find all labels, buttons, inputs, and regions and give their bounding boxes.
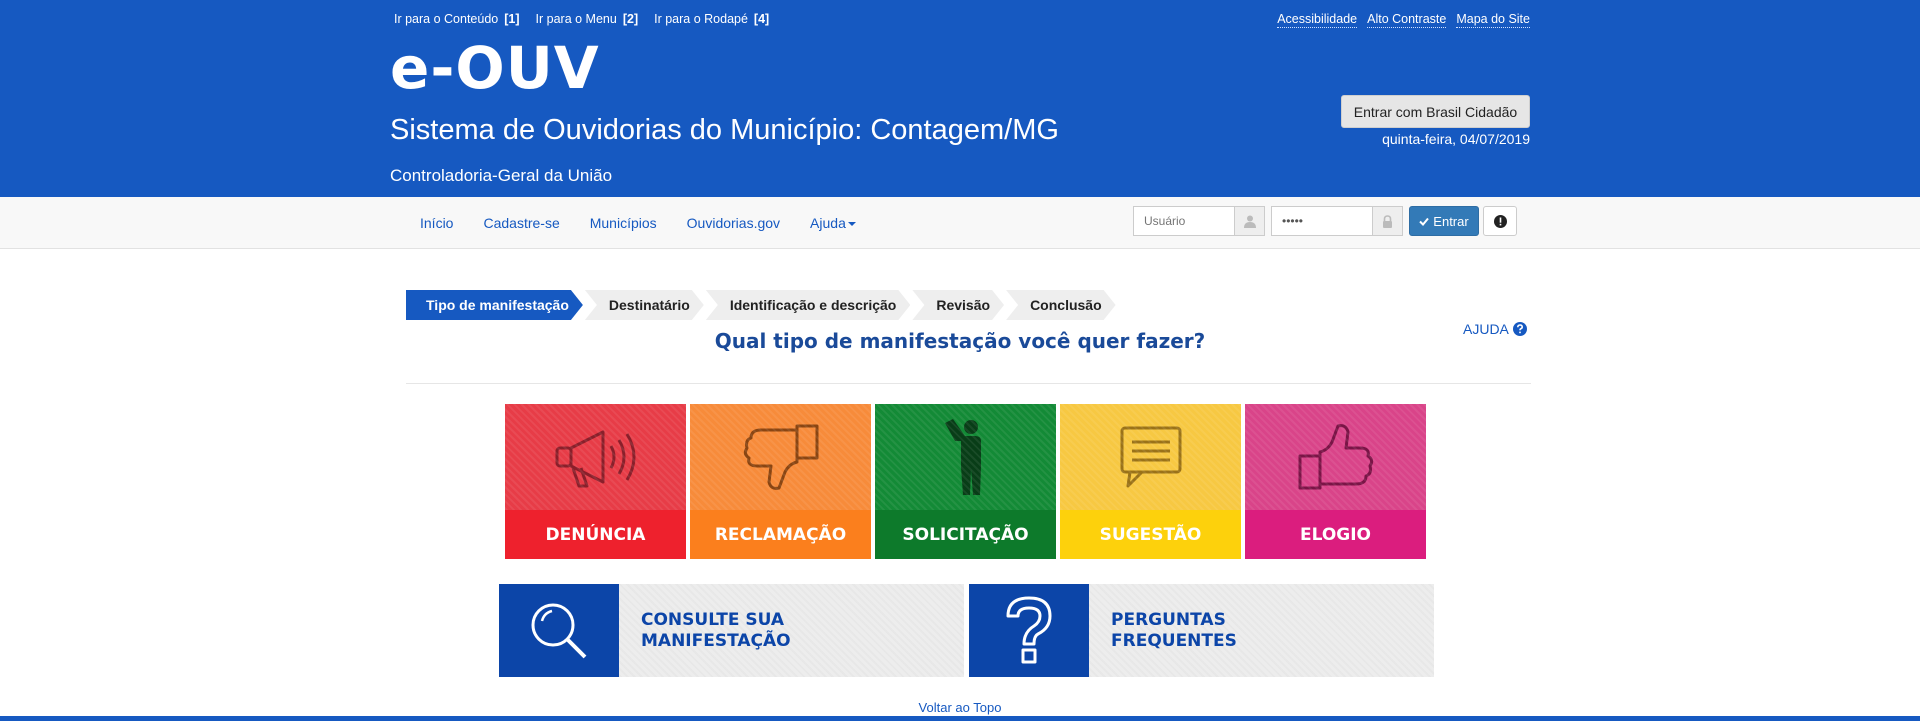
site-map-link[interactable]: Mapa do Site bbox=[1456, 12, 1530, 28]
header-inner: Ir para o Conteúdo [1] Ir para o Menu [2] … bbox=[390, 0, 1530, 197]
skip-to-footer-link[interactable]: Ir para o Rodapé [4] bbox=[654, 12, 769, 26]
step-conclusao: Conclusão bbox=[1006, 290, 1116, 320]
org-name: Controladoria-Geral da União bbox=[390, 166, 613, 185]
manifestation-types: DENÚNCIA RECLAMAÇÃO SOLICITAÇÃO SUGESTÃO… bbox=[505, 404, 1426, 559]
username-input[interactable] bbox=[1134, 207, 1234, 235]
card-denuncia[interactable]: DENÚNCIA bbox=[505, 404, 686, 559]
step-destinatario: Destinatário bbox=[585, 290, 704, 320]
password-field-group bbox=[1271, 206, 1403, 236]
caret-down-icon bbox=[847, 222, 856, 227]
question-circle-icon bbox=[1512, 322, 1527, 336]
footer-bar bbox=[0, 716, 1920, 721]
card-solicitacao[interactable]: SOLICITAÇÃO bbox=[875, 404, 1056, 559]
site-subtitle: Sistema de Ouvidorias do Município: Cont… bbox=[390, 114, 1059, 146]
wizard-steps: Tipo de manifestação Destinatário Identi… bbox=[406, 290, 1118, 320]
nav-menu: Início Cadastre-se Municípios Ouvidorias… bbox=[420, 215, 856, 231]
back-to-top-link[interactable]: Voltar ao Topo bbox=[919, 700, 1002, 715]
person-raising-hand-icon bbox=[944, 419, 981, 495]
nav-item-ajuda-dropdown[interactable]: Ajuda bbox=[810, 215, 856, 231]
page-question: Qual tipo de manifestação você quer faze… bbox=[714, 329, 1206, 353]
card-label: SUGESTÃO bbox=[1060, 510, 1241, 559]
card-label: DENÚNCIA bbox=[505, 510, 686, 559]
info-button[interactable] bbox=[1483, 206, 1517, 236]
megaphone-icon bbox=[555, 430, 635, 488]
thumbs-down-icon bbox=[743, 424, 818, 490]
help-link-label: AJUDA bbox=[1463, 321, 1509, 337]
site-logo[interactable]: e-OUV bbox=[390, 34, 600, 102]
username-field-group bbox=[1133, 206, 1265, 236]
current-date: quinta-feira, 04/07/2019 bbox=[1382, 131, 1530, 147]
skip-links: Ir para o Conteúdo [1] Ir para o Menu [2] … bbox=[394, 12, 769, 26]
top-links: Acessibilidade Alto Contraste Mapa do Si… bbox=[1277, 12, 1530, 28]
consulte-manifestacao-box[interactable]: CONSULTE SUA MANIFESTAÇÃO bbox=[499, 584, 964, 677]
step-identificacao-e-descricao: Identificação e descrição bbox=[706, 290, 911, 320]
accessibility-link[interactable]: Acessibilidade bbox=[1277, 12, 1358, 28]
question-mark-icon bbox=[1006, 596, 1052, 663]
skip-link-key: [1] bbox=[504, 12, 520, 26]
nav-item-ajuda-label: Ajuda bbox=[810, 215, 846, 231]
navbar: Início Cadastre-se Municípios Ouvidorias… bbox=[0, 197, 1920, 249]
login-button-label: Entrar bbox=[1433, 213, 1469, 229]
skip-link-label: Ir para o Rodapé bbox=[654, 12, 748, 26]
perguntas-line2: FREQUENTES bbox=[1111, 630, 1237, 651]
skip-link-key: [2] bbox=[622, 12, 639, 26]
card-icon-area bbox=[690, 404, 871, 510]
card-sugestao[interactable]: SUGESTÃO bbox=[1060, 404, 1241, 559]
card-reclamacao[interactable]: RECLAMAÇÃO bbox=[690, 404, 871, 559]
login-button[interactable]: Entrar bbox=[1409, 206, 1479, 236]
consulte-text: CONSULTE SUA MANIFESTAÇÃO bbox=[619, 584, 919, 677]
nav-item-municipios[interactable]: Municípios bbox=[590, 215, 657, 231]
card-icon-area bbox=[875, 404, 1056, 510]
lock-icon bbox=[1372, 207, 1402, 235]
speech-bubble-icon bbox=[1120, 426, 1181, 488]
card-label: RECLAMAÇÃO bbox=[690, 510, 871, 559]
perguntas-icon-area bbox=[969, 584, 1089, 677]
consulte-line2: MANIFESTAÇÃO bbox=[641, 630, 791, 651]
card-label: SOLICITAÇÃO bbox=[875, 510, 1056, 559]
card-icon-area bbox=[1060, 404, 1241, 510]
nav-item-cadastre-se[interactable]: Cadastre-se bbox=[483, 215, 559, 231]
site-header: Ir para o Conteúdo [1] Ir para o Menu [2] … bbox=[0, 0, 1920, 197]
back-to-top-container: Voltar ao Topo bbox=[0, 700, 1920, 715]
user-icon bbox=[1234, 207, 1264, 235]
perguntas-frequentes-box[interactable]: PERGUNTAS FREQUENTES bbox=[969, 584, 1434, 677]
password-input[interactable] bbox=[1272, 207, 1372, 235]
step-tipo-de-manifestacao: Tipo de manifestação bbox=[406, 290, 583, 320]
divider bbox=[406, 383, 1531, 384]
magnifier-icon bbox=[531, 603, 587, 658]
step-revisao: Revisão bbox=[912, 290, 1004, 320]
nav-item-inicio[interactable]: Início bbox=[420, 215, 453, 231]
exclamation-circle-icon bbox=[1493, 214, 1507, 228]
skip-to-menu-link[interactable]: Ir para o Menu [2] bbox=[536, 12, 639, 26]
skip-to-content-link[interactable]: Ir para o Conteúdo [1] bbox=[394, 12, 520, 26]
skip-link-label: Ir para o Menu bbox=[535, 12, 617, 26]
card-icon-area bbox=[1245, 404, 1426, 510]
skip-link-key: [4] bbox=[753, 12, 770, 26]
check-icon bbox=[1419, 217, 1430, 226]
login-form: Entrar bbox=[1133, 206, 1517, 236]
high-contrast-link[interactable]: Alto Contraste bbox=[1367, 12, 1447, 28]
consulte-icon-area bbox=[499, 584, 619, 677]
card-icon-area bbox=[505, 404, 686, 510]
skip-link-label: Ir para o Conteúdo bbox=[394, 12, 499, 26]
help-link[interactable]: AJUDA bbox=[1463, 321, 1527, 337]
navbar-inner: Início Cadastre-se Municípios Ouvidorias… bbox=[390, 197, 1530, 249]
nav-item-ouvidorias[interactable]: Ouvidorias.gov bbox=[687, 215, 780, 231]
card-label: ELOGIO bbox=[1245, 510, 1426, 559]
perguntas-text: PERGUNTAS FREQUENTES bbox=[1089, 584, 1389, 677]
perguntas-line1: PERGUNTAS bbox=[1111, 609, 1226, 630]
consulte-line1: CONSULTE SUA bbox=[641, 609, 785, 630]
card-elogio[interactable]: ELOGIO bbox=[1245, 404, 1426, 559]
thumbs-up-icon bbox=[1298, 424, 1373, 490]
brasil-cidadao-login-button[interactable]: Entrar com Brasil Cidadão bbox=[1341, 95, 1530, 128]
